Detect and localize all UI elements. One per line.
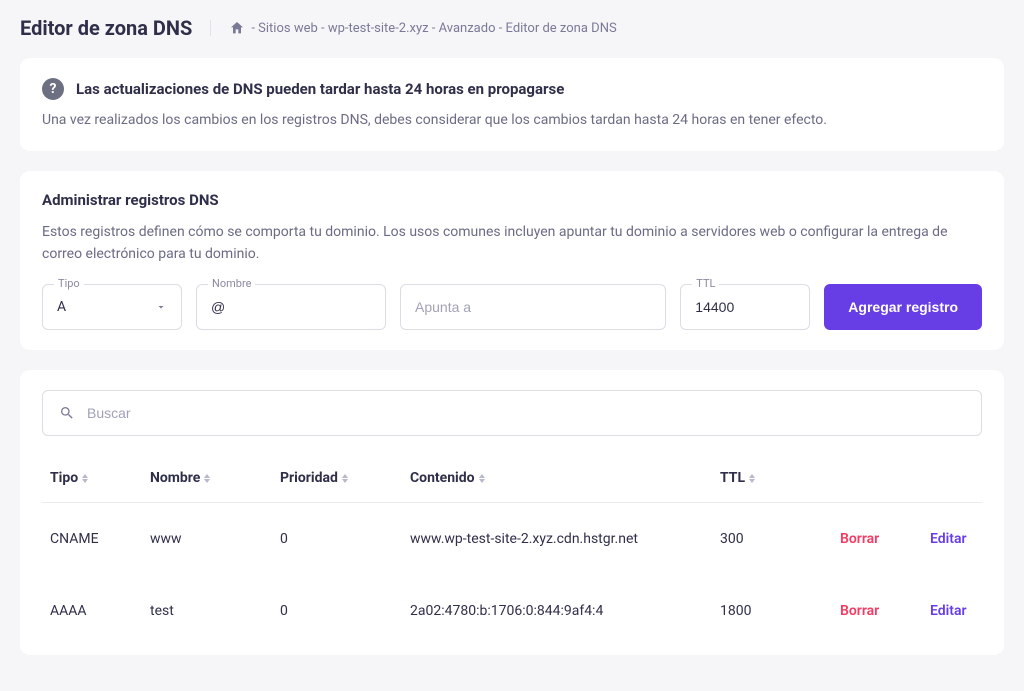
col-ttl[interactable]: TTL — [712, 460, 832, 503]
table-row: CNAME www 0 www.wp-test-site-2.xyz.cdn.h… — [42, 502, 982, 575]
cell-ttl: 1800 — [712, 575, 832, 647]
cell-prioridad: 0 — [272, 575, 402, 647]
manage-description: Estos registros definen cómo se comporta… — [42, 221, 982, 266]
delete-link[interactable]: Borrar — [840, 531, 879, 547]
type-label: Tipo — [54, 277, 84, 290]
search-wrap — [42, 390, 982, 436]
cell-nombre: test — [142, 575, 272, 647]
edit-link[interactable]: Editar — [930, 531, 967, 547]
add-record-button[interactable]: Agregar registro — [824, 284, 982, 330]
points-field-wrap — [400, 284, 666, 330]
ttl-field-wrap — [680, 284, 810, 330]
search-input[interactable] — [87, 405, 965, 421]
manage-title: Administrar registros DNS — [42, 191, 982, 209]
search-icon — [59, 405, 75, 421]
type-select[interactable]: A — [42, 284, 182, 330]
manage-card: Administrar registros DNS Estos registro… — [20, 171, 1004, 350]
delete-link[interactable]: Borrar — [840, 603, 879, 619]
chevron-down-icon — [155, 301, 167, 313]
breadcrumb-text: - Sitios web - wp-test-site-2.xyz - Avan… — [251, 21, 616, 36]
cell-prioridad: 0 — [272, 502, 402, 575]
name-input[interactable] — [211, 299, 371, 315]
ttl-label: TTL — [692, 277, 719, 290]
breadcrumb[interactable]: - Sitios web - wp-test-site-2.xyz - Avan… — [210, 20, 616, 36]
edit-link[interactable]: Editar — [930, 603, 967, 619]
ttl-input[interactable] — [695, 299, 795, 315]
name-field-wrap — [196, 284, 386, 330]
points-input[interactable] — [415, 299, 651, 315]
col-nombre[interactable]: Nombre — [142, 460, 272, 503]
info-icon: ? — [42, 78, 64, 100]
col-prioridad[interactable]: Prioridad — [272, 460, 402, 503]
col-tipo[interactable]: Tipo — [42, 460, 142, 503]
table-row: AAAA test 0 2a02:4780:b:1706:0:844:9af4:… — [42, 575, 982, 647]
page-title: Editor de zona DNS — [20, 16, 192, 40]
cell-nombre: www — [142, 502, 272, 575]
type-value: A — [57, 299, 66, 315]
records-table: Tipo Nombre Prioridad Contenido TTL CNAM… — [42, 460, 982, 647]
cell-contenido: www.wp-test-site-2.xyz.cdn.hstgr.net — [402, 502, 712, 575]
cell-ttl: 300 — [712, 502, 832, 575]
alert-text: Una vez realizados los cambios en los re… — [42, 110, 982, 131]
cell-contenido: 2a02:4780:b:1706:0:844:9af4:4 — [402, 575, 712, 647]
home-icon — [229, 20, 245, 36]
cell-tipo: CNAME — [42, 502, 142, 575]
cell-tipo: AAAA — [42, 575, 142, 647]
name-label: Nombre — [208, 277, 255, 290]
col-contenido[interactable]: Contenido — [402, 460, 712, 503]
records-card: Tipo Nombre Prioridad Contenido TTL CNAM… — [20, 370, 1004, 655]
alert-card: ? Las actualizaciones de DNS pueden tard… — [20, 58, 1004, 151]
alert-title: Las actualizaciones de DNS pueden tardar… — [76, 80, 564, 98]
